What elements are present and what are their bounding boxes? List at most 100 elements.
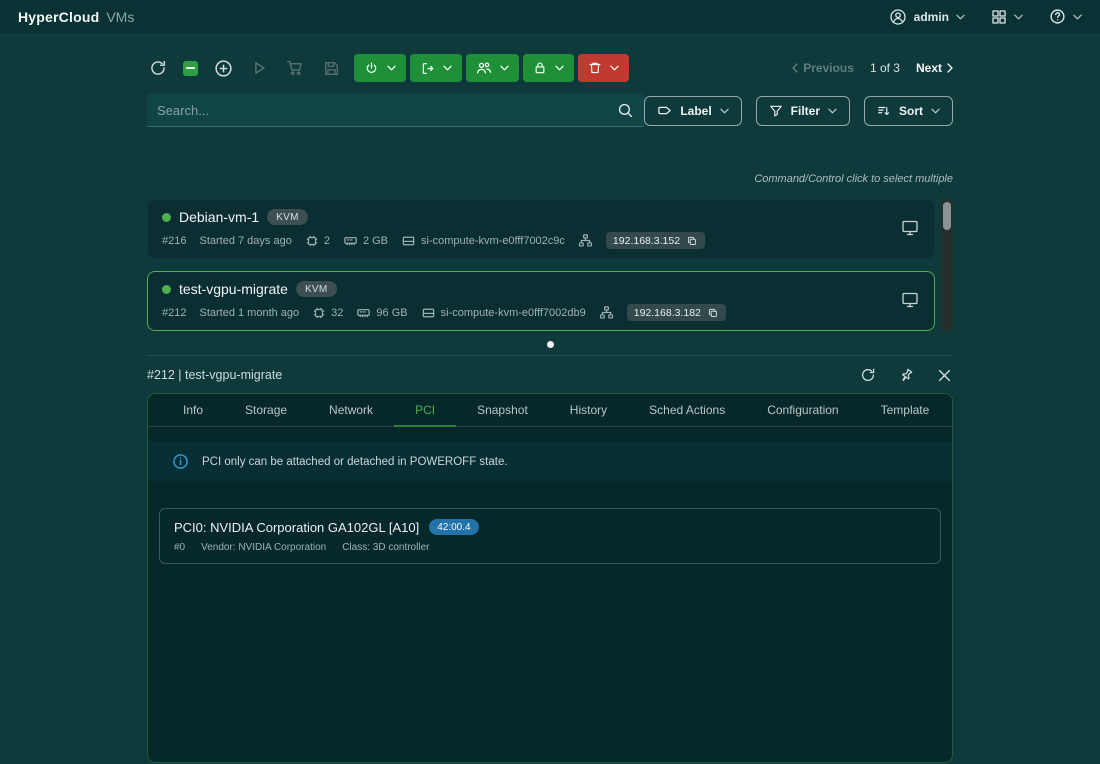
vm-started: Started 7 days ago [199,235,291,247]
power-dropdown-button[interactable] [354,54,406,82]
info-icon [172,453,189,470]
vm-host: si-compute-kvm-e0fff7002c9c [421,235,565,247]
vm-started: Started 1 month ago [199,307,299,319]
console-icon [900,290,920,310]
cpu-icon [305,234,319,248]
chevron-down-icon [1014,14,1023,20]
pci-vendor: Vendor: NVIDIA Corporation [201,542,326,553]
save-button [320,57,342,79]
label-button[interactable]: Label [644,96,741,126]
vm-detail-panel: Info Storage Network PCI Snapshot Histor… [147,393,953,763]
apps-icon [991,9,1007,25]
ram-icon [343,233,358,248]
chevron-down-icon [828,108,837,114]
vm-ip: 192.168.3.182 [634,307,701,319]
page-count: 1 of 3 [870,61,900,75]
copy-icon [686,235,698,247]
search-box [147,94,644,127]
detail-panel-title: #212 | test-vgpu-migrate [147,368,282,382]
vnc-console-button[interactable] [900,218,920,241]
chevron-down-icon [610,65,619,71]
delete-icon [588,61,602,75]
multi-select-hint: Command/Control click to select multiple [147,173,953,185]
marketplace-button [284,57,306,79]
lock-icon [533,61,547,75]
filter-icon [769,104,783,118]
hypervisor-badge: KVM [296,281,337,297]
search-input[interactable] [157,103,617,118]
tab-pci[interactable]: PCI [394,394,456,426]
detail-refresh-button[interactable] [859,366,877,384]
tab-network[interactable]: Network [308,394,394,426]
network-icon [599,305,614,320]
migrate-dropdown-button[interactable] [410,54,462,82]
ownership-icon [476,60,492,76]
pin-icon [899,368,914,383]
host-icon [421,305,436,320]
sort-button[interactable]: Sort [864,96,953,126]
alert-message: PCI only can be attached or detached in … [202,456,508,468]
host-icon [401,233,416,248]
save-icon [323,60,340,77]
detail-pin-button[interactable] [897,366,915,384]
apps-menu[interactable] [991,9,1023,25]
search-icon[interactable] [617,102,634,119]
refresh-icon [860,367,876,383]
tab-storage[interactable]: Storage [224,394,308,426]
vnc-console-button[interactable] [900,290,920,313]
filter-button[interactable]: Filter [756,96,850,126]
pci-device-card[interactable]: PCI0: NVIDIA Corporation GA102GL [A10] 4… [159,508,941,564]
close-icon [938,369,951,382]
vm-host: si-compute-kvm-e0fff7002db9 [441,307,586,319]
vm-row-debian-vm-1[interactable]: Debian-vm-1 KVM #216 Started 7 days ago … [147,199,935,259]
lock-dropdown-button[interactable] [523,54,574,82]
chevron-down-icon [555,65,564,71]
vm-row-test-vgpu-migrate[interactable]: test-vgpu-migrate KVM #212 Started 1 mon… [147,271,935,331]
tab-history[interactable]: History [549,394,628,426]
brand-logo: HyperCloud [18,9,99,25]
tab-snapshot[interactable]: Snapshot [456,394,549,426]
vm-toolbar: Previous 1 of 3 Next [147,54,953,82]
vm-ram: 96 GB [376,307,407,319]
sort-icon [877,104,891,118]
tab-template[interactable]: Template [860,394,951,426]
next-page-button[interactable]: Next [916,61,953,75]
vm-list-scrollbar[interactable] [941,199,953,331]
refresh-button[interactable] [147,57,169,79]
vm-ip-copy[interactable]: 192.168.3.152 [606,232,705,249]
vm-id: #216 [162,235,186,247]
vm-cpu: 32 [331,307,343,319]
user-icon [889,8,907,26]
select-all-checkbox[interactable] [183,61,198,76]
pci-poweroff-alert: PCI only can be attached or detached in … [148,442,952,481]
vm-id: #212 [162,307,186,319]
chevron-down-icon [1073,14,1082,20]
detail-close-button[interactable] [935,366,953,384]
delete-dropdown-button[interactable] [578,54,629,82]
chevron-left-icon [792,63,798,73]
hypervisor-badge: KVM [267,209,308,225]
tab-configuration[interactable]: Configuration [746,394,859,426]
carousel-page-dot[interactable] [547,341,554,348]
create-vm-button[interactable] [212,57,234,79]
vm-cpu: 2 [324,235,330,247]
status-running-dot [162,213,171,222]
chevron-down-icon [443,65,452,71]
play-icon [250,59,268,77]
scrollbar-thumb[interactable] [943,202,951,230]
chevron-down-icon [720,108,729,114]
pci-index: #0 [174,542,185,553]
migrate-icon [420,61,435,76]
vm-ram: 2 GB [363,235,388,247]
tab-info[interactable]: Info [162,394,224,426]
pci-class: Class: 3D controller [342,542,429,553]
help-menu[interactable] [1049,8,1082,25]
previous-page-button: Previous [792,61,854,75]
user-menu[interactable]: admin [889,8,965,26]
add-icon [214,59,233,78]
ownership-dropdown-button[interactable] [466,54,519,82]
vm-ip-copy[interactable]: 192.168.3.182 [627,304,726,321]
topbar: HyperCloud VMs admin [0,0,1100,33]
vm-ip: 192.168.3.152 [613,235,680,247]
tab-sched-actions[interactable]: Sched Actions [628,394,746,426]
